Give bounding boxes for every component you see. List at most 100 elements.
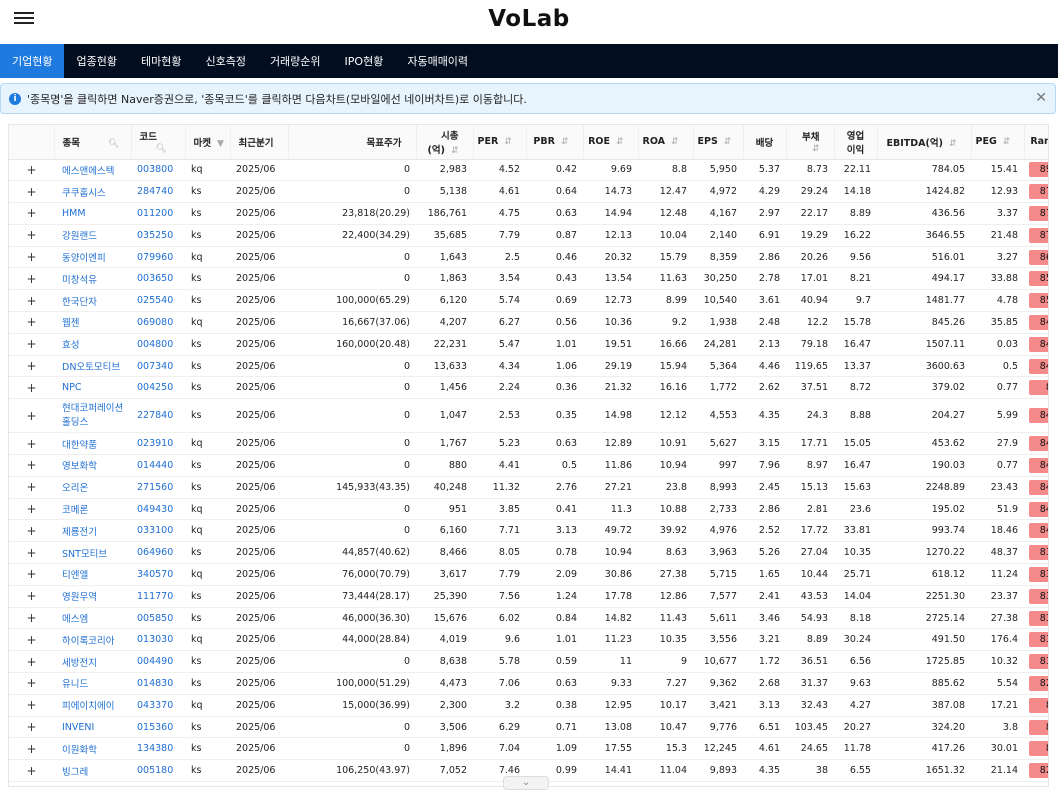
expand-button[interactable]: + <box>9 432 54 456</box>
stock-code-link[interactable]: 004800 <box>131 333 185 356</box>
stock-name-link[interactable]: 유니드 <box>54 672 131 695</box>
stock-code-link[interactable]: 004490 <box>131 650 185 674</box>
stock-code-link[interactable]: 011200 <box>131 202 185 225</box>
col-header-market[interactable]: 마켓 ▼ <box>185 125 231 160</box>
col-header-ebitda[interactable]: EBITDA(억) ⇵ <box>877 125 972 160</box>
stock-code-link[interactable]: 340570 <box>131 563 185 586</box>
nav-tab-ipo[interactable]: IPO현황 <box>333 44 396 78</box>
expand-button[interactable]: + <box>9 672 54 695</box>
stock-code-link[interactable]: 049430 <box>131 498 185 521</box>
stock-name-link[interactable]: 오리온 <box>54 476 131 499</box>
sort-icon[interactable]: ⇵ <box>616 137 624 147</box>
stock-name-link[interactable]: NPC <box>54 376 131 400</box>
expand-button[interactable]: + <box>9 180 54 204</box>
col-header-quarter[interactable]: 최근분기 <box>230 125 289 160</box>
stock-table-container[interactable]: 종목 🔍︎ 코드🔍︎ 마켓 ▼ 최근분기 목표주가 시총(억) ⇵ PER ⇵ PBR ⇵… <box>8 124 1049 787</box>
expand-button[interactable]: + <box>9 289 54 313</box>
sort-icon[interactable]: ⇵ <box>451 146 459 156</box>
stock-name-link[interactable]: INVENI <box>54 716 131 739</box>
expand-button[interactable]: + <box>9 519 54 543</box>
stock-name-link[interactable]: 동양이엔피 <box>54 246 131 269</box>
search-icon[interactable]: 🔍︎ <box>108 139 119 149</box>
expand-button[interactable]: + <box>9 224 54 247</box>
col-header-per[interactable]: PER ⇵ <box>473 125 527 160</box>
expand-button[interactable]: + <box>9 333 54 356</box>
stock-name-link[interactable]: 효성 <box>54 333 131 356</box>
expand-button[interactable]: + <box>9 585 54 608</box>
col-header-pbr[interactable]: PBR ⇵ <box>526 125 584 160</box>
expand-button[interactable]: + <box>9 628 54 652</box>
stock-name-link[interactable]: 제룡전기 <box>54 519 131 543</box>
nav-tab-signal[interactable]: 신호측정 <box>193 44 257 78</box>
stock-code-link[interactable]: 014830 <box>131 672 185 695</box>
col-header-dividend[interactable]: 배당 <box>743 125 787 160</box>
stock-code-link[interactable]: 064960 <box>131 541 185 565</box>
stock-code-link[interactable]: 284740 <box>131 180 185 204</box>
stock-code-link[interactable]: 007340 <box>131 355 185 378</box>
nav-tab-auto-trade[interactable]: 자동매매이력 <box>395 44 480 78</box>
stock-name-link[interactable]: 대한약품 <box>54 432 131 456</box>
expand-button[interactable]: + <box>9 759 54 783</box>
stock-code-link[interactable]: 003800 <box>131 159 185 182</box>
stock-code-link[interactable]: 023910 <box>131 432 185 456</box>
stock-name-link[interactable]: 현대코퍼레이션홀딩스 <box>54 398 131 434</box>
stock-name-link[interactable]: 피에이치에이 <box>54 694 131 717</box>
search-icon[interactable]: 🔍︎ <box>156 144 167 154</box>
expand-button[interactable]: + <box>9 498 54 521</box>
scroll-down-handle[interactable]: ⌄ <box>503 776 549 790</box>
stock-code-link[interactable]: 134380 <box>131 737 185 761</box>
stock-name-link[interactable]: SNT모티브 <box>54 541 131 565</box>
stock-name-link[interactable]: 세방전지 <box>54 650 131 674</box>
col-header-code[interactable]: 코드🔍︎ <box>131 125 186 160</box>
col-header-operating-profit[interactable]: 영업 이익 <box>834 125 878 160</box>
col-header-name[interactable]: 종목 🔍︎ <box>54 125 132 160</box>
expand-button[interactable]: + <box>9 650 54 674</box>
col-header-roa[interactable]: ROA ⇵ <box>638 125 694 160</box>
stock-name-link[interactable]: 강원랜드 <box>54 224 131 247</box>
expand-button[interactable]: + <box>9 311 54 334</box>
nav-tab-volume-rank[interactable]: 거래량순위 <box>258 44 333 78</box>
stock-name-link[interactable]: 웹젠 <box>54 311 131 334</box>
sort-icon[interactable]: ⇵ <box>812 144 820 154</box>
nav-tab-industry[interactable]: 업종현황 <box>64 44 128 78</box>
expand-button[interactable]: + <box>9 267 54 291</box>
expand-button[interactable]: + <box>9 541 54 565</box>
stock-name-link[interactable]: 쿠쿠홈시스 <box>54 180 131 204</box>
expand-button[interactable]: + <box>9 355 54 378</box>
col-header-rank[interactable]: Rank⇵ <box>1024 125 1048 160</box>
col-header-peg[interactable]: PEG ⇵ <box>971 125 1025 160</box>
stock-code-link[interactable]: 079960 <box>131 246 185 269</box>
stock-name-link[interactable]: DN오토모티브 <box>54 355 131 378</box>
expand-button[interactable]: + <box>9 607 54 630</box>
close-icon[interactable]: ✕ <box>1035 90 1047 106</box>
stock-code-link[interactable]: 033100 <box>131 519 185 543</box>
stock-name-link[interactable]: 영원무역 <box>54 585 131 608</box>
col-header-debt[interactable]: 부채⇵ <box>786 125 835 160</box>
sort-icon[interactable]: ⇵ <box>949 139 957 149</box>
stock-name-link[interactable]: 이원화학 <box>54 737 131 761</box>
sort-icon[interactable]: ⇵ <box>1003 137 1011 147</box>
stock-name-link[interactable]: 코메론 <box>54 498 131 521</box>
col-header-eps[interactable]: EPS ⇵ <box>693 125 744 160</box>
stock-code-link[interactable]: 014440 <box>131 454 185 477</box>
stock-code-link[interactable]: 013030 <box>131 628 185 652</box>
stock-code-link[interactable]: 025540 <box>131 289 185 313</box>
stock-name-link[interactable]: 빙그레 <box>54 759 131 783</box>
stock-code-link[interactable]: 035250 <box>131 224 185 247</box>
sort-icon[interactable]: ⇵ <box>561 137 569 147</box>
col-header-target-price[interactable]: 목표주가 <box>288 125 417 160</box>
stock-name-link[interactable]: 한국단자 <box>54 289 131 313</box>
stock-code-link[interactable]: 015360 <box>131 716 185 739</box>
stock-name-link[interactable]: 에스앤에스텍 <box>54 159 131 182</box>
expand-button[interactable]: + <box>9 202 54 225</box>
col-header-roe[interactable]: ROE ⇵ <box>583 125 639 160</box>
expand-button[interactable]: + <box>9 159 54 182</box>
stock-code-link[interactable]: 003650 <box>131 267 185 291</box>
nav-tab-theme[interactable]: 테마현황 <box>129 44 193 78</box>
expand-button[interactable]: + <box>9 737 54 761</box>
nav-tab-company[interactable]: 기업현황 <box>0 44 65 78</box>
expand-button[interactable]: + <box>9 398 54 434</box>
stock-name-link[interactable]: 티엔엘 <box>54 563 131 586</box>
stock-name-link[interactable]: 하이록코리아 <box>54 628 131 652</box>
stock-code-link[interactable]: 271560 <box>131 476 185 499</box>
